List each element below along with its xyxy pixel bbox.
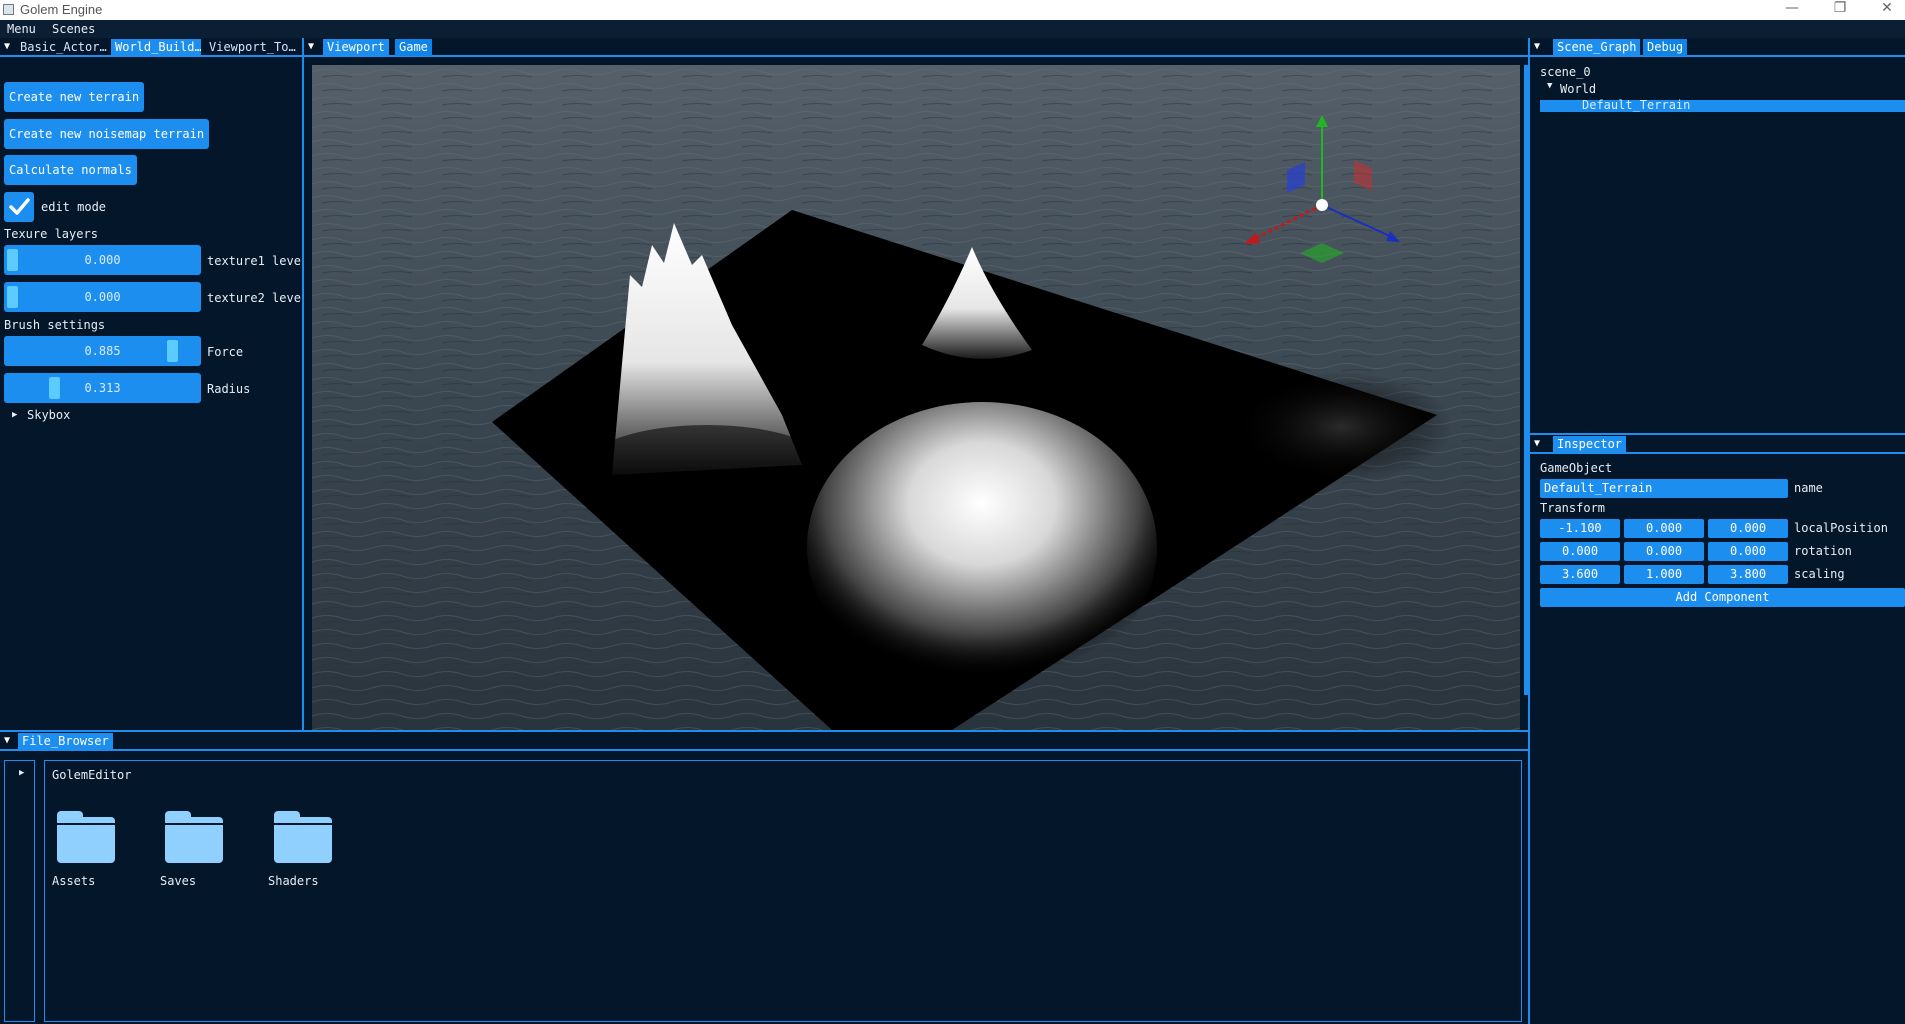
tab-game[interactable]: Game bbox=[395, 39, 432, 56]
inspector-tabbar: ▼ Inspector bbox=[1530, 435, 1905, 454]
folder-shaders-label[interactable]: Shaders bbox=[268, 874, 319, 888]
tab-basic-actor[interactable]: Basic_Actor… bbox=[16, 39, 108, 56]
world-builder-panel: ▼ Basic_Actor… World_Build… Viewport_To…… bbox=[0, 38, 302, 731]
texture2-label: texture2 leve bbox=[207, 291, 301, 305]
tab-viewport-tools[interactable]: Viewport_To… bbox=[205, 39, 297, 56]
local-position-label: localPosition bbox=[1794, 521, 1888, 535]
folder-icon[interactable] bbox=[57, 811, 115, 863]
panel-collapse-icon[interactable]: ▼ bbox=[308, 41, 314, 52]
rotation-label: rotation bbox=[1794, 544, 1852, 558]
close-button[interactable]: ✕ bbox=[1865, 0, 1905, 20]
window-titlebar: Golem Engine — ❐ ✕ bbox=[0, 0, 1905, 20]
radius-slider[interactable]: 0.313 bbox=[4, 373, 201, 403]
create-terrain-button[interactable]: Create new terrain bbox=[4, 82, 145, 112]
tab-inspector[interactable]: Inspector bbox=[1553, 436, 1627, 453]
menu-scenes[interactable]: Scenes bbox=[52, 22, 95, 36]
world-node[interactable]: World bbox=[1560, 82, 1596, 96]
inspector-panel: ▼ Inspector GameObject Default_Terrain n… bbox=[1530, 435, 1905, 1024]
calculate-normals-button[interactable]: Calculate normals bbox=[4, 155, 137, 185]
folder-icon[interactable] bbox=[274, 811, 332, 863]
add-component-button[interactable]: Add Component bbox=[1540, 588, 1905, 607]
default-terrain-node[interactable]: Default_Terrain bbox=[1582, 98, 1690, 112]
tab-debug[interactable]: Debug bbox=[1643, 39, 1688, 56]
minimize-button[interactable]: — bbox=[1770, 0, 1814, 20]
position-y-field[interactable]: 0.000 bbox=[1624, 519, 1704, 538]
force-label: Force bbox=[207, 345, 244, 359]
left-tabbar: ▼ Basic_Actor… World_Build… Viewport_To… bbox=[0, 38, 302, 57]
scene-graph-tabbar: ▼ Scene_Graph Debug bbox=[1530, 38, 1905, 57]
texture2-slider[interactable]: 0.000 bbox=[4, 282, 201, 312]
window-title: Golem Engine bbox=[20, 2, 103, 17]
tab-world-builder[interactable]: World_Build… bbox=[111, 39, 201, 56]
rotation-y-field[interactable]: 0.000 bbox=[1624, 542, 1704, 561]
world-expand-icon[interactable]: ▼ bbox=[1547, 81, 1552, 91]
name-label: name bbox=[1794, 481, 1823, 495]
brush-settings-header: Brush settings bbox=[4, 318, 106, 332]
app-icon bbox=[3, 4, 14, 15]
current-path: GolemEditor bbox=[52, 768, 132, 782]
tab-viewport[interactable]: Viewport bbox=[323, 39, 389, 56]
scene-graph-panel: ▼ Scene_Graph Debug scene_0 ▼ World Defa… bbox=[1530, 38, 1905, 433]
3d-viewport[interactable] bbox=[312, 65, 1520, 730]
skybox-expand-icon[interactable]: ▶ bbox=[12, 410, 17, 420]
transform-header: Transform bbox=[1540, 501, 1606, 515]
rotation-z-field[interactable]: 0.000 bbox=[1708, 542, 1788, 561]
scaling-z-field[interactable]: 3.800 bbox=[1708, 565, 1788, 584]
terrain-scene bbox=[312, 65, 1520, 730]
skybox-header[interactable]: Skybox bbox=[27, 408, 70, 422]
texture1-label: texture1 leve bbox=[207, 254, 301, 268]
name-input[interactable]: Default_Terrain bbox=[1540, 479, 1788, 498]
scaling-x-field[interactable]: 3.600 bbox=[1540, 565, 1620, 584]
folder-tree[interactable]: ▶ bbox=[4, 760, 35, 1022]
force-value: 0.885 bbox=[84, 344, 121, 358]
force-slider[interactable]: 0.885 bbox=[4, 336, 201, 366]
folder-assets-label[interactable]: Assets bbox=[52, 874, 95, 888]
create-noisemap-terrain-button[interactable]: Create new noisemap terrain bbox=[4, 119, 210, 149]
file-browser-panel: ▼ File_Browser ▶ GolemEditor Assets Save… bbox=[0, 732, 1528, 1024]
texture1-slider[interactable]: 0.000 bbox=[4, 245, 201, 275]
gameobject-header: GameObject bbox=[1540, 461, 1613, 475]
selected-node-row[interactable]: Default_Terrain bbox=[1540, 98, 1905, 112]
file-browser-tabbar: ▼ File_Browser bbox=[0, 732, 1528, 751]
tab-file-browser[interactable]: File_Browser bbox=[18, 733, 113, 750]
center-tabbar: ▼ Viewport Game bbox=[304, 38, 1529, 57]
edit-mode-label: edit mode bbox=[41, 200, 107, 214]
panel-collapse-icon[interactable]: ▼ bbox=[1534, 41, 1540, 52]
tree-expand-icon[interactable]: ▶ bbox=[19, 768, 24, 778]
folder-icon[interactable] bbox=[165, 811, 223, 863]
texture2-value: 0.000 bbox=[84, 290, 121, 304]
rotation-x-field[interactable]: 0.000 bbox=[1540, 542, 1620, 561]
edit-mode-checkbox[interactable] bbox=[4, 192, 34, 222]
menu-bar: Menu Scenes bbox=[0, 20, 1905, 38]
checkmark-icon bbox=[9, 198, 30, 215]
folder-contents: GolemEditor Assets Saves Shaders bbox=[44, 760, 1522, 1022]
scaling-label: scaling bbox=[1794, 567, 1845, 581]
position-x-field[interactable]: -1.100 bbox=[1540, 519, 1620, 538]
radius-label: Radius bbox=[207, 382, 251, 396]
radius-value: 0.313 bbox=[84, 381, 121, 395]
texture-layers-header: Texure layers bbox=[4, 227, 98, 241]
menu-menu[interactable]: Menu bbox=[7, 22, 36, 36]
texture1-value: 0.000 bbox=[84, 253, 121, 267]
panel-collapse-icon[interactable]: ▼ bbox=[4, 735, 10, 746]
scene-root-node[interactable]: scene_0 bbox=[1540, 65, 1591, 79]
restore-button[interactable]: ❐ bbox=[1818, 0, 1862, 20]
panel-collapse-icon[interactable]: ▼ bbox=[4, 41, 10, 52]
folder-saves-label[interactable]: Saves bbox=[160, 874, 196, 888]
panel-collapse-icon[interactable]: ▼ bbox=[1534, 438, 1540, 449]
tab-scene-graph[interactable]: Scene_Graph bbox=[1553, 39, 1641, 56]
scaling-y-field[interactable]: 1.000 bbox=[1624, 565, 1704, 584]
position-z-field[interactable]: 0.000 bbox=[1708, 519, 1788, 538]
